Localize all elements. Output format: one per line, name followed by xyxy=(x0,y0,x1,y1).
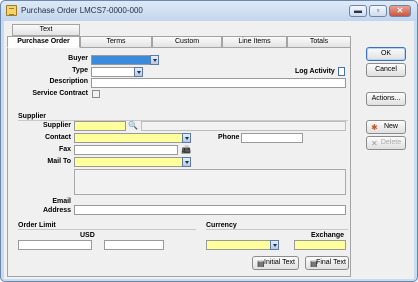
delete-button[interactable]: ✕ Delete xyxy=(366,136,406,150)
new-button[interactable]: ✱ New xyxy=(366,120,406,134)
type-dropdown[interactable] xyxy=(91,67,143,77)
minimize-button[interactable]: ▬ xyxy=(349,5,367,17)
fax-label: Fax xyxy=(58,146,71,153)
currency-dropdown[interactable] xyxy=(206,240,279,250)
mail-to-dropdown[interactable] xyxy=(74,157,191,167)
app-icon xyxy=(6,5,17,16)
email-label: Email xyxy=(52,198,71,205)
buyer-dropdown[interactable] xyxy=(91,55,159,65)
usd-label: USD xyxy=(80,232,95,239)
chevron-down-icon[interactable] xyxy=(182,133,191,143)
email-address-field[interactable] xyxy=(74,205,346,215)
cancel-button[interactable]: Cancel xyxy=(366,63,406,77)
search-icon[interactable]: 🔍 xyxy=(128,121,138,130)
order-limit-divider xyxy=(18,229,196,230)
usd-field[interactable] xyxy=(104,240,164,250)
window-content: Text Purchase Order Terms Custom Line It… xyxy=(4,21,414,279)
order-limit-heading: Order Limit xyxy=(18,222,56,229)
exchange-rate-field[interactable] xyxy=(294,240,346,250)
buyer-label: Buyer xyxy=(68,55,88,62)
window-title: Purchase Order LMCS7-0000-000 xyxy=(21,6,143,15)
restore-button[interactable]: ▫ xyxy=(369,5,387,17)
mail-to-label: Mail To xyxy=(47,158,71,165)
contact-label: Contact xyxy=(44,134,71,141)
chevron-down-icon[interactable] xyxy=(182,157,191,167)
chevron-down-icon[interactable] xyxy=(150,55,159,65)
exchange-label: Exchange xyxy=(311,232,345,239)
document-icon: ▤ xyxy=(310,259,318,268)
close-button[interactable]: ✕ xyxy=(389,5,411,17)
initial-text-button[interactable]: ▤ Initial Text xyxy=(252,256,299,270)
chevron-down-icon[interactable] xyxy=(134,67,143,77)
final-text-button[interactable]: ▤ Final Text xyxy=(305,256,349,270)
address-label: Address xyxy=(42,207,71,214)
contact-dropdown[interactable] xyxy=(74,133,191,143)
new-icon: ✱ xyxy=(371,123,378,132)
phone-field[interactable] xyxy=(241,133,303,143)
order-limit-field[interactable] xyxy=(18,240,92,250)
log-activity-label: Log Activity xyxy=(295,68,335,75)
document-icon: ▤ xyxy=(257,259,265,268)
currency-divider xyxy=(206,229,348,230)
fax-field[interactable] xyxy=(74,145,178,155)
supplier-name-field xyxy=(141,121,346,131)
phone-label: Phone xyxy=(218,134,240,141)
fax-icon[interactable]: 📠 xyxy=(181,145,191,154)
type-label: Type xyxy=(72,67,88,74)
tab-purchase-order[interactable]: Purchase Order xyxy=(7,36,80,48)
supplier-label: Supplier xyxy=(42,122,71,129)
ok-button[interactable]: OK xyxy=(366,47,406,61)
supplier-section-heading: Supplier xyxy=(18,113,47,120)
delete-icon: ✕ xyxy=(371,139,378,148)
log-activity-icon[interactable] xyxy=(338,67,345,76)
actions-button[interactable]: Actions... xyxy=(366,92,406,106)
service-contract-label: Service Contract xyxy=(32,90,88,97)
description-label: Description xyxy=(49,78,88,85)
description-field[interactable] xyxy=(91,78,346,88)
purchase-order-window: Purchase Order LMCS7-0000-000 ▬ ▫ ✕ Text… xyxy=(0,0,418,282)
mail-to-address-box xyxy=(74,169,346,195)
chevron-down-icon[interactable] xyxy=(270,240,279,250)
supplier-code-field[interactable] xyxy=(74,121,126,131)
tab-text[interactable]: Text xyxy=(12,24,80,36)
title-bar: Purchase Order LMCS7-0000-000 ▬ ▫ ✕ xyxy=(1,1,417,21)
service-contract-checkbox[interactable] xyxy=(92,90,100,98)
currency-heading: Currency xyxy=(206,222,237,229)
